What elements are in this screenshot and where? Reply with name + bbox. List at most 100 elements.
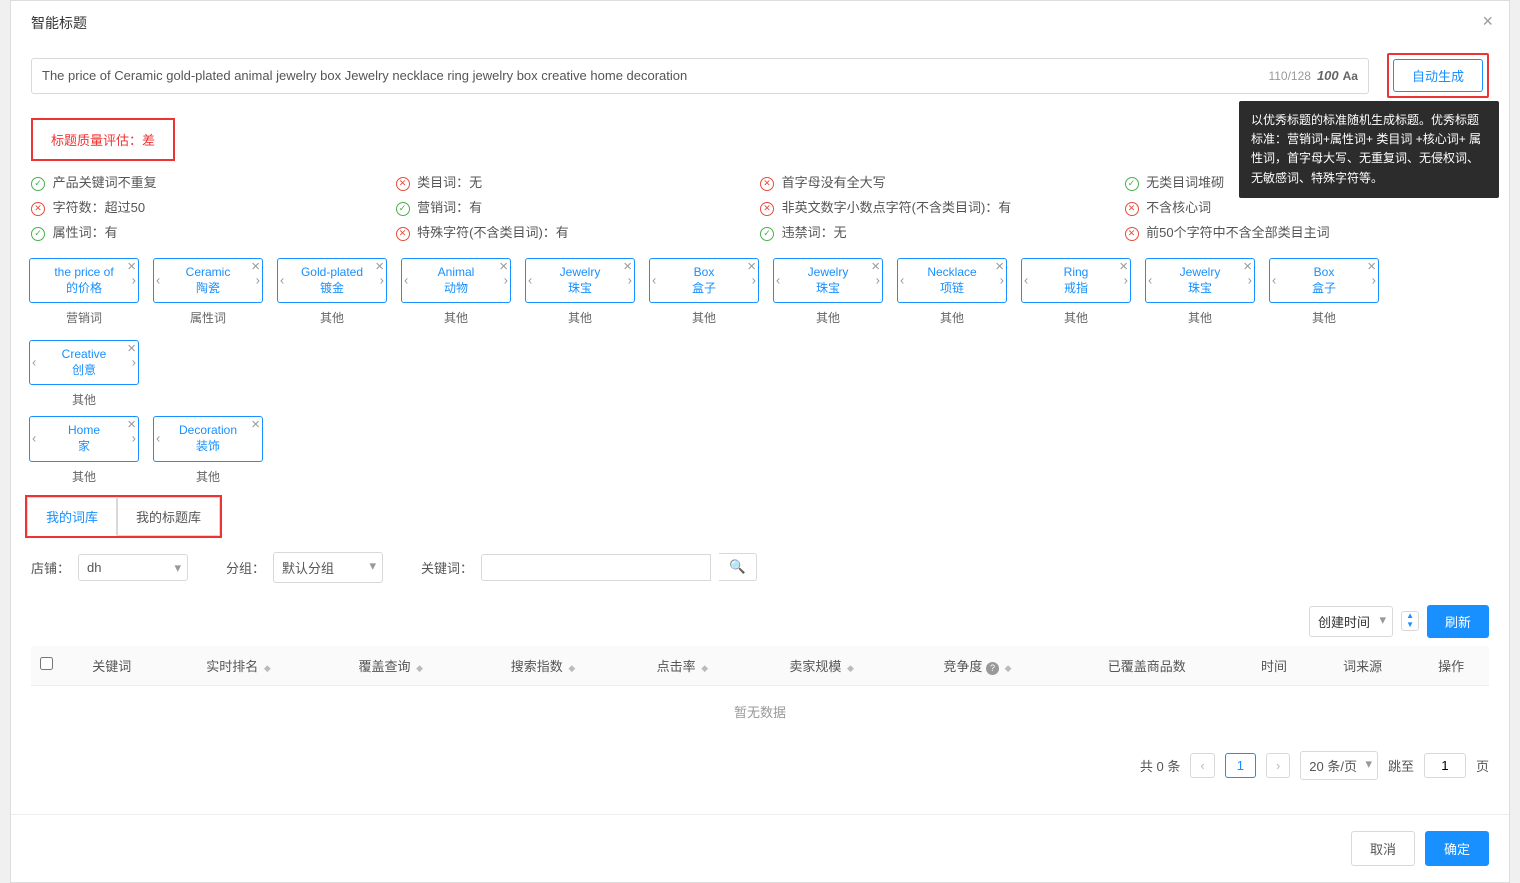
word-tag[interactable]: ×‹›Gold-plated镀金 bbox=[277, 258, 387, 303]
tab-my-words[interactable]: 我的词库 bbox=[27, 497, 117, 536]
word-tag[interactable]: ×‹›Necklace项链 bbox=[897, 258, 1007, 303]
tag-left-icon[interactable]: ‹ bbox=[156, 431, 160, 448]
group-select[interactable]: 默认分组 bbox=[273, 552, 383, 583]
title-input[interactable] bbox=[42, 68, 1268, 83]
word-tag-wrap: ×‹›Jewelry珠宝其他 bbox=[773, 258, 883, 326]
auto-gen-highlight: 自动生成 bbox=[1387, 53, 1489, 98]
word-tag[interactable]: ×‹›Ring戒指 bbox=[1021, 258, 1131, 303]
help-icon[interactable]: ? bbox=[986, 662, 999, 675]
tag-left-icon[interactable]: ‹ bbox=[1148, 272, 1152, 289]
word-tag[interactable]: ×‹›Ceramic陶瓷 bbox=[153, 258, 263, 303]
tag-left-icon[interactable]: ‹ bbox=[528, 272, 532, 289]
char-count: 110/128 bbox=[1268, 69, 1311, 83]
sort-icon[interactable]: ◆ bbox=[416, 663, 423, 673]
tab-my-titles[interactable]: 我的标题库 bbox=[117, 497, 220, 536]
word-tag[interactable]: ×‹›Jewelry珠宝 bbox=[1145, 258, 1255, 303]
close-icon[interactable]: × bbox=[1482, 11, 1493, 32]
sort-select[interactable]: 创建时间 bbox=[1309, 606, 1393, 637]
confirm-button[interactable]: 确定 bbox=[1425, 831, 1489, 866]
library-tabs-highlight: 我的词库 我的标题库 bbox=[25, 495, 222, 538]
table-header[interactable]: 点击率 ◆ bbox=[619, 646, 745, 686]
table-header[interactable]: 覆盖查询 ◆ bbox=[315, 646, 467, 686]
auto-generate-button[interactable]: 自动生成 bbox=[1393, 59, 1483, 92]
word-tag[interactable]: ×‹›Creative创意 bbox=[29, 340, 139, 385]
tag-right-icon[interactable]: › bbox=[132, 272, 136, 289]
word-tag-wrap: ×‹›Gold-plated镀金其他 bbox=[277, 258, 387, 326]
tag-right-icon[interactable]: › bbox=[752, 272, 756, 289]
tag-left-icon[interactable]: ‹ bbox=[156, 272, 160, 289]
tag-zh-text: 珠宝 bbox=[1154, 281, 1246, 297]
tag-zh-text: 珠宝 bbox=[782, 281, 874, 297]
check-error-icon: ✕ bbox=[760, 177, 774, 191]
select-all-checkbox[interactable] bbox=[40, 657, 53, 670]
tag-right-icon[interactable]: › bbox=[1000, 272, 1004, 289]
tag-category-label: 其他 bbox=[444, 309, 468, 326]
cancel-button[interactable]: 取消 bbox=[1351, 831, 1415, 866]
tag-right-icon[interactable]: › bbox=[876, 272, 880, 289]
check-error-icon: ✕ bbox=[1125, 227, 1139, 241]
tag-right-icon[interactable]: › bbox=[1124, 272, 1128, 289]
shop-select[interactable]: dh bbox=[78, 554, 188, 581]
refresh-button[interactable]: 刷新 bbox=[1427, 605, 1489, 638]
pager-next-button[interactable]: › bbox=[1266, 753, 1290, 778]
word-tag[interactable]: ×‹Decoration装饰 bbox=[153, 416, 263, 461]
sort-icon[interactable]: ◆ bbox=[847, 663, 854, 673]
tag-right-icon[interactable]: › bbox=[380, 272, 384, 289]
word-tag[interactable]: ×‹›Jewelry珠宝 bbox=[773, 258, 883, 303]
tag-en-text: Box bbox=[658, 265, 750, 281]
sort-icon[interactable]: ◆ bbox=[1005, 663, 1012, 673]
tag-category-label: 营销词 bbox=[66, 309, 102, 326]
word-tag[interactable]: ×‹›Box盒子 bbox=[649, 258, 759, 303]
tag-left-icon[interactable]: ‹ bbox=[32, 431, 36, 448]
tag-right-icon[interactable]: › bbox=[132, 354, 136, 371]
tag-left-icon[interactable]: ‹ bbox=[900, 272, 904, 289]
table-header[interactable]: 实时排名 ◆ bbox=[162, 646, 314, 686]
tag-zh-text: 戒指 bbox=[1030, 281, 1122, 297]
tag-right-icon[interactable]: › bbox=[628, 272, 632, 289]
tag-left-icon[interactable]: ‹ bbox=[404, 272, 408, 289]
pager-total: 共 0 条 bbox=[1140, 756, 1180, 775]
shop-label: 店铺： bbox=[31, 558, 70, 577]
sort-spinner[interactable]: ▲▼ bbox=[1401, 611, 1419, 631]
tag-left-icon[interactable]: ‹ bbox=[32, 354, 36, 371]
check-item: ✓ 产品关键词不重复 bbox=[31, 169, 396, 194]
word-tag-wrap: ×‹›Jewelry珠宝其他 bbox=[525, 258, 635, 326]
tag-right-icon[interactable]: › bbox=[1372, 272, 1376, 289]
keyword-input[interactable] bbox=[481, 554, 711, 581]
word-tag[interactable]: ×‹›Jewelry珠宝 bbox=[525, 258, 635, 303]
sort-icon[interactable]: ◆ bbox=[264, 663, 271, 673]
word-tag[interactable]: ×‹›Home家 bbox=[29, 416, 139, 461]
tag-zh-text: 创意 bbox=[38, 363, 130, 379]
pager-current[interactable]: 1 bbox=[1225, 753, 1256, 778]
table-header: 已覆盖商品数 bbox=[1057, 646, 1236, 686]
sort-icon[interactable]: ◆ bbox=[701, 663, 708, 673]
tag-zh-text: 珠宝 bbox=[534, 281, 626, 297]
table-header[interactable]: 竞争度 ? ◆ bbox=[898, 646, 1057, 686]
pagination: 共 0 条 ‹ 1 › 20 条/页 跳至 页 bbox=[11, 737, 1509, 794]
table-header[interactable]: 搜索指数 ◆ bbox=[467, 646, 619, 686]
tag-right-icon[interactable]: › bbox=[504, 272, 508, 289]
tag-right-icon[interactable]: › bbox=[1248, 272, 1252, 289]
spinner-down-icon[interactable]: ▼ bbox=[1402, 621, 1418, 630]
word-tag[interactable]: ×‹›Animal动物 bbox=[401, 258, 511, 303]
tag-zh-text: 装饰 bbox=[162, 439, 254, 455]
tag-left-icon[interactable]: ‹ bbox=[1024, 272, 1028, 289]
pager-prev-button[interactable]: ‹ bbox=[1190, 753, 1214, 778]
tag-left-icon[interactable]: ‹ bbox=[280, 272, 284, 289]
table-header[interactable]: 卖家规模 ◆ bbox=[746, 646, 898, 686]
tag-remove-icon[interactable]: × bbox=[251, 415, 260, 435]
pager-jump-input[interactable] bbox=[1424, 753, 1466, 778]
word-tag[interactable]: ×‹›Box盒子 bbox=[1269, 258, 1379, 303]
tag-right-icon[interactable]: › bbox=[256, 272, 260, 289]
pager-size-select[interactable]: 20 条/页 bbox=[1300, 751, 1378, 780]
tag-left-icon[interactable]: ‹ bbox=[652, 272, 656, 289]
check-ok-icon: ✓ bbox=[760, 227, 774, 241]
search-button[interactable]: 🔍 bbox=[719, 553, 757, 581]
tag-left-icon[interactable]: ‹ bbox=[1272, 272, 1276, 289]
tag-right-icon[interactable]: › bbox=[132, 431, 136, 448]
case-icon[interactable]: Aa bbox=[1343, 69, 1358, 83]
score-icon[interactable]: 100 bbox=[1317, 68, 1339, 83]
tag-left-icon[interactable]: ‹ bbox=[776, 272, 780, 289]
word-tag[interactable]: ×›the price of的价格 bbox=[29, 258, 139, 303]
sort-icon[interactable]: ◆ bbox=[568, 663, 575, 673]
